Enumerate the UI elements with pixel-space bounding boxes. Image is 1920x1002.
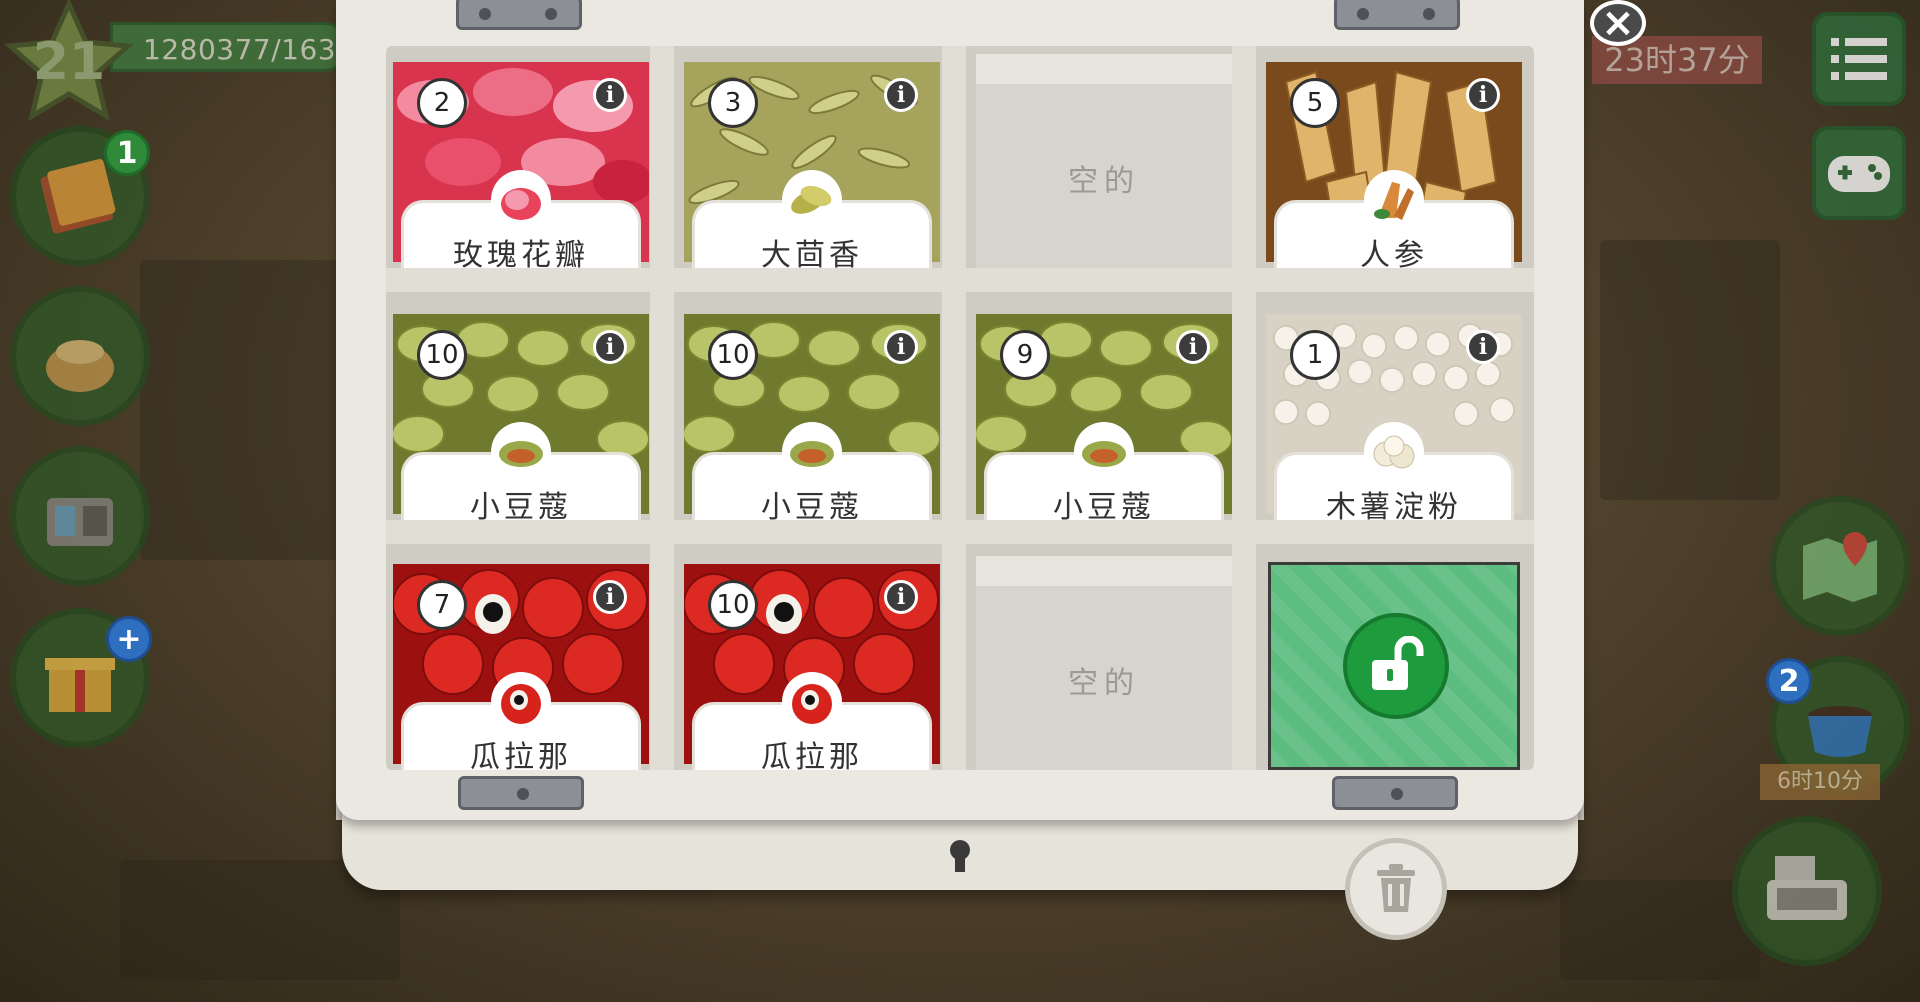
keyhole-icon bbox=[950, 840, 970, 872]
shelf-divider bbox=[942, 46, 966, 770]
trash-icon bbox=[1377, 864, 1415, 912]
xp-text: 1280377/1635 bbox=[143, 33, 355, 66]
info-icon[interactable]: i bbox=[884, 330, 918, 364]
info-icon[interactable]: i bbox=[1466, 78, 1500, 112]
journal-badge: 1 bbox=[104, 130, 150, 176]
cash-register-button[interactable] bbox=[1732, 816, 1882, 966]
hinge bbox=[458, 776, 584, 810]
ingredient-name: 木薯淀粉 bbox=[1326, 490, 1462, 520]
cafe-timer: 6时10分 bbox=[1760, 764, 1880, 800]
close-button[interactable]: × bbox=[1590, 0, 1646, 46]
level-number: 21 bbox=[32, 32, 106, 92]
ingredient-name: 玫瑰花瓣 bbox=[453, 238, 589, 268]
map-icon bbox=[1803, 532, 1877, 602]
hinge bbox=[1334, 0, 1460, 30]
ingredient-slot[interactable]: 瓜拉那 10 i bbox=[684, 556, 940, 770]
fennel-icon bbox=[782, 170, 842, 230]
hinge bbox=[1332, 776, 1458, 810]
guarana-icon bbox=[491, 672, 551, 732]
empty-slot[interactable]: 空的 bbox=[976, 556, 1232, 770]
empty-label: 空的 bbox=[1068, 164, 1140, 199]
list-icon bbox=[1831, 38, 1887, 80]
gamepad-icon bbox=[1828, 156, 1890, 192]
ingredient-count: 5 bbox=[1290, 78, 1340, 128]
cardamom-icon bbox=[491, 422, 551, 482]
unlock-button[interactable] bbox=[1343, 613, 1449, 719]
close-icon: × bbox=[1601, 0, 1635, 46]
shelf-divider bbox=[1232, 46, 1256, 770]
cafe-badge: 2 bbox=[1766, 658, 1812, 704]
info-icon[interactable]: i bbox=[593, 580, 627, 614]
ingredient-name: 瓜拉那 bbox=[761, 740, 863, 770]
info-icon[interactable]: i bbox=[1176, 330, 1210, 364]
ingredient-slot[interactable]: 小豆蔻 10 i bbox=[393, 306, 649, 520]
unlocked-padlock-icon bbox=[1372, 636, 1424, 690]
ingredient-slot[interactable]: 玫瑰花瓣 2 i bbox=[393, 54, 649, 268]
ingredient-count: 10 bbox=[417, 330, 467, 380]
ingredient-count: 9 bbox=[1000, 330, 1050, 380]
trash-button[interactable] bbox=[1345, 838, 1447, 940]
ingredient-slot[interactable]: 大茴香 3 i bbox=[684, 54, 940, 268]
games-button[interactable] bbox=[1812, 126, 1906, 220]
ingredient-count: 10 bbox=[708, 580, 758, 630]
bg-shelf bbox=[1600, 240, 1780, 500]
cash-register-icon bbox=[1767, 856, 1847, 920]
ingredient-slot[interactable]: 瓜拉那 7 i bbox=[393, 556, 649, 770]
info-icon[interactable]: i bbox=[884, 78, 918, 112]
info-icon[interactable]: i bbox=[593, 78, 627, 112]
bg-shelf bbox=[140, 260, 340, 560]
ingredient-count: 7 bbox=[417, 580, 467, 630]
cardamom-icon bbox=[1074, 422, 1134, 482]
ingredient-slot[interactable]: 小豆蔻 9 i bbox=[976, 306, 1232, 520]
ingredient-name: 小豆蔻 bbox=[761, 490, 863, 520]
ingredient-count: 10 bbox=[708, 330, 758, 380]
guarana-icon bbox=[782, 672, 842, 732]
ingredient-count: 1 bbox=[1290, 330, 1340, 380]
phone-button[interactable] bbox=[10, 446, 150, 586]
empty-label: 空的 bbox=[1068, 666, 1140, 701]
ingredient-name: 小豆蔻 bbox=[470, 490, 572, 520]
hinge bbox=[456, 0, 582, 30]
info-icon[interactable]: i bbox=[884, 580, 918, 614]
ginseng-icon bbox=[1364, 170, 1424, 230]
ingredient-name: 人参 bbox=[1360, 238, 1428, 268]
gift-badge: + bbox=[106, 616, 152, 662]
info-icon[interactable]: i bbox=[1466, 330, 1500, 364]
ingredient-count: 2 bbox=[417, 78, 467, 128]
coffee-cup-icon bbox=[1808, 706, 1872, 757]
map-button[interactable] bbox=[1770, 496, 1910, 636]
ingredient-slot[interactable]: 木薯淀粉 1 i bbox=[1266, 306, 1522, 520]
menu-button[interactable] bbox=[1812, 12, 1906, 106]
ingredient-slot[interactable]: 小豆蔻 10 i bbox=[684, 306, 940, 520]
shelf-divider bbox=[650, 46, 674, 770]
xp-bar: 1280377/1635 bbox=[110, 22, 354, 72]
empty-slot[interactable]: 空的 bbox=[976, 54, 1232, 268]
info-icon[interactable]: i bbox=[593, 330, 627, 364]
tapioca-icon bbox=[1364, 422, 1424, 482]
ingredient-name: 小豆蔻 bbox=[1053, 490, 1155, 520]
ingredient-name: 大茴香 bbox=[761, 238, 863, 268]
phone-icon bbox=[47, 498, 113, 546]
locked-slot[interactable] bbox=[1268, 562, 1520, 770]
bg-shelf bbox=[1560, 880, 1760, 980]
flour-sack-icon bbox=[46, 340, 114, 392]
cardamom-icon bbox=[782, 422, 842, 482]
ingredient-name: 瓜拉那 bbox=[470, 740, 572, 770]
ingredient-button[interactable] bbox=[10, 286, 150, 426]
rose-petal-icon bbox=[491, 170, 551, 230]
ingredient-count: 3 bbox=[708, 78, 758, 128]
ingredient-slot[interactable]: 人参 5 i bbox=[1266, 54, 1522, 268]
